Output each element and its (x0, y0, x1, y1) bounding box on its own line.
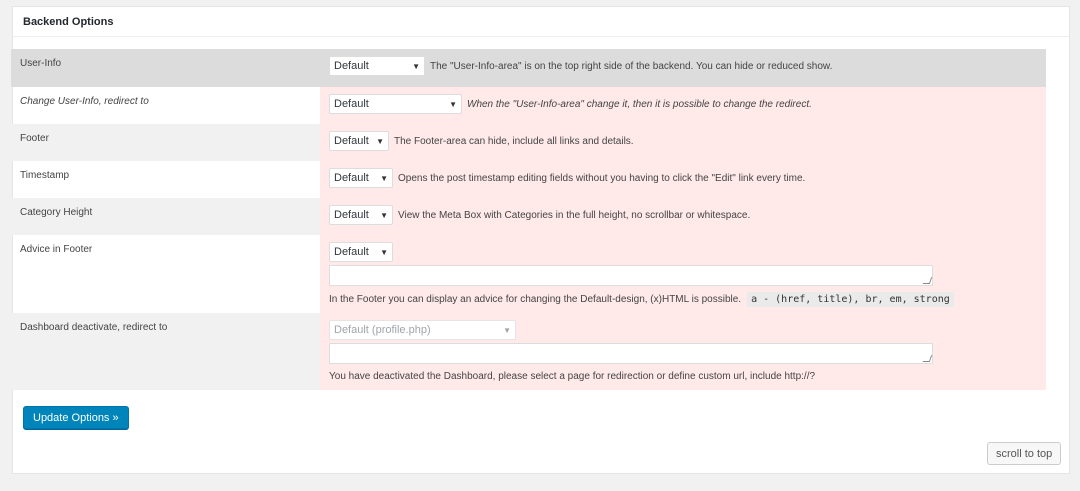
row-description: View the Meta Box with Categories in the… (398, 209, 751, 221)
row-label: Dashboard deactivate, redirect to (11, 313, 320, 390)
chevron-down-icon: ▼ (503, 325, 511, 335)
row-dashboard-deactivate: Dashboard deactivate, redirect to Defaul… (11, 313, 1046, 390)
row-footer: Footer Default ▼ The Footer-area can hid… (11, 124, 1046, 161)
chevron-down-icon: ▼ (380, 210, 388, 220)
advice-footer-textarea[interactable] (329, 265, 933, 286)
row-description: The "User-Info-area" is on the top right… (430, 60, 833, 72)
row-category-height: Category Height Default ▼ View the Meta … (11, 198, 1046, 235)
chevron-down-icon: ▼ (376, 136, 384, 146)
options-table: User-Info Default ▼ The "User-Info-area"… (11, 49, 1046, 390)
advice-footer-select[interactable]: Default ▼ (329, 242, 393, 262)
row-description: When the "User-Info-area" change it, the… (467, 98, 812, 110)
resize-grip-icon[interactable] (922, 355, 933, 362)
row-label: User-Info (11, 49, 320, 87)
row-advice-in-footer: Advice in Footer Default ▼ In the Footer… (11, 235, 1046, 313)
row-description: In the Footer you can display an advice … (329, 294, 742, 305)
resize-grip-icon[interactable] (922, 277, 933, 284)
row-change-user-info-redirect: Change User-Info, redirect to Default ▼ … (11, 87, 1046, 124)
user-info-select[interactable]: Default ▼ (329, 56, 425, 76)
row-timestamp: Timestamp Default ▼ Opens the post times… (11, 161, 1046, 198)
panel-title: Backend Options (13, 7, 1069, 37)
row-user-info: User-Info Default ▼ The "User-Info-area"… (11, 49, 1046, 87)
row-description: The Footer-area can hide, include all li… (394, 135, 634, 147)
footer-select[interactable]: Default ▼ (329, 131, 389, 151)
row-label: Change User-Info, redirect to (20, 96, 149, 107)
chevron-down-icon: ▼ (380, 173, 388, 183)
category-height-select[interactable]: Default ▼ (329, 205, 393, 225)
dashboard-redirect-url-textarea[interactable] (329, 343, 933, 364)
user-info-redirect-select[interactable]: Default ▼ (329, 94, 462, 114)
row-label: Category Height (11, 198, 320, 235)
chevron-down-icon: ▼ (412, 61, 420, 71)
timestamp-select[interactable]: Default ▼ (329, 168, 393, 188)
row-description: You have deactivated the Dashboard, plea… (329, 371, 816, 382)
update-options-button[interactable]: Update Options » (23, 406, 129, 429)
chevron-down-icon: ▼ (449, 99, 457, 109)
row-label: Footer (11, 124, 320, 161)
row-description: Opens the post timestamp editing fields … (398, 172, 806, 184)
dashboard-redirect-select[interactable]: Default (profile.php) ▼ (329, 320, 516, 340)
chevron-down-icon: ▼ (380, 247, 388, 257)
row-label: Advice in Footer (20, 244, 93, 255)
row-label: Timestamp (20, 170, 70, 181)
scroll-to-top-button[interactable]: scroll to top (987, 442, 1062, 465)
allowed-tags-code: a - (href, title), br, em, strong (747, 292, 954, 307)
